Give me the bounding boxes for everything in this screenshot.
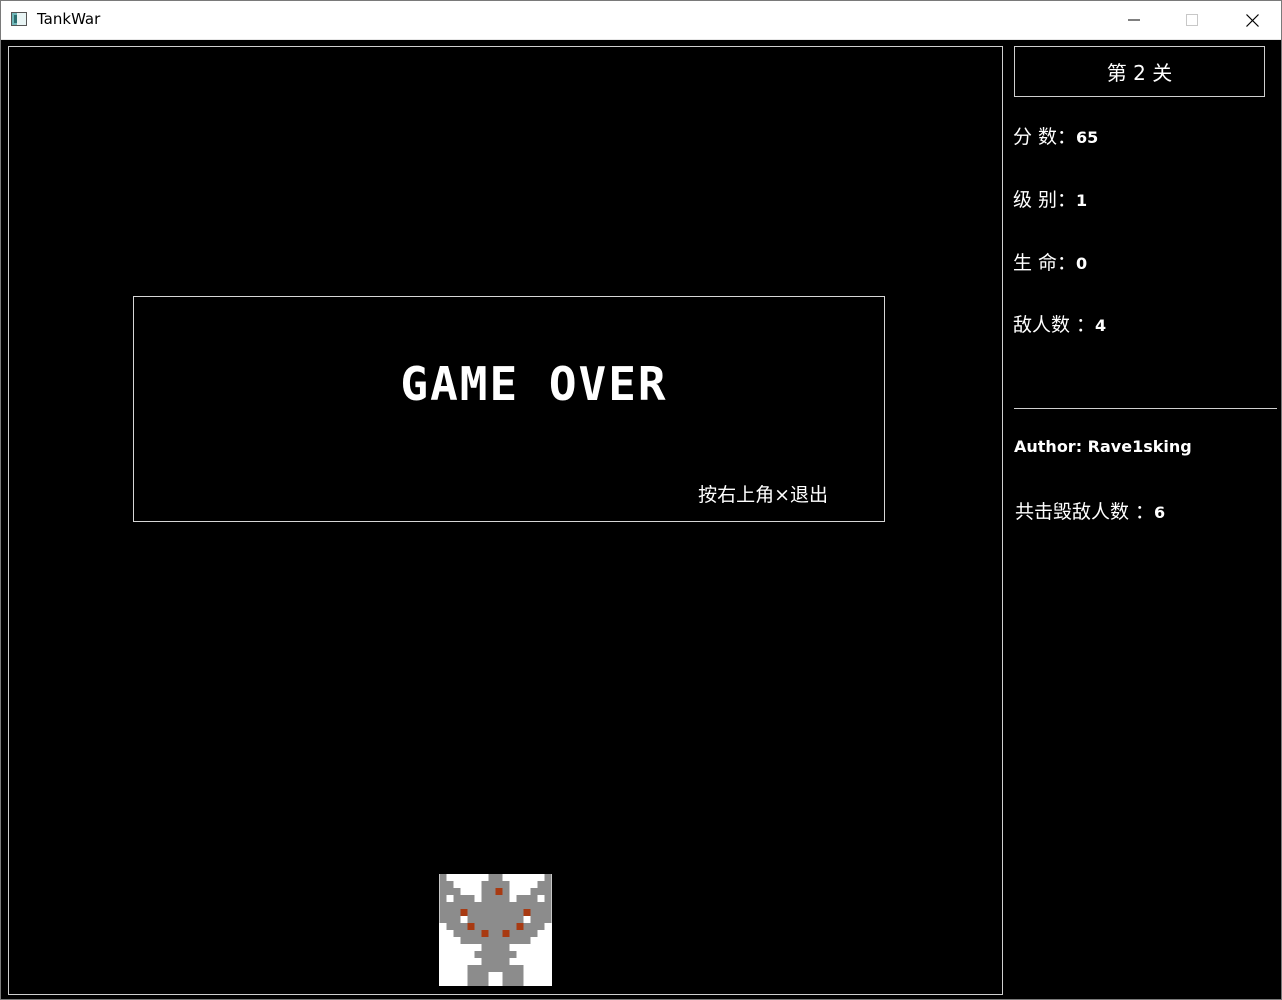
close-button[interactable]: [1223, 1, 1281, 39]
status-sidebar: 第 2 关 分 数：65 级 别：1 生 命：0 敌人数 ：4 Author: …: [1013, 40, 1281, 999]
close-icon: [1245, 13, 1259, 27]
maximize-icon: [1186, 14, 1198, 26]
lives-label: 生 命：: [1013, 252, 1077, 274]
game-over-title: GAME OVER: [400, 357, 668, 411]
window-title: TankWar: [37, 10, 101, 28]
rank-stat: 级 别：1: [1013, 185, 1087, 212]
destroyed-label: 共击毁敌人数 ：: [1015, 501, 1155, 523]
minimize-icon: [1128, 19, 1140, 21]
author-credit: Author: Rave1sking: [1014, 437, 1192, 456]
enemies-value: 4: [1095, 316, 1107, 335]
rank-value: 1: [1076, 191, 1088, 210]
lives-stat: 生 命：0: [1013, 248, 1087, 275]
level-indicator: 第 2 关: [1014, 46, 1265, 97]
title-bar[interactable]: TankWar: [1, 1, 1281, 40]
score-label: 分 数：: [1013, 126, 1077, 148]
sidebar-divider: [1014, 408, 1277, 409]
game-window: TankWar GAME OVER 按右上角×退出 第 2 关 分 数：65 级…: [0, 0, 1282, 1000]
game-client-area: GAME OVER 按右上角×退出 第 2 关 分 数：65 级 别：1 生 命…: [1, 40, 1281, 999]
enemies-remaining-stat: 敌人数 ：4: [1013, 310, 1106, 337]
enemies-destroyed-stat: 共击毁敌人数 ：6: [1015, 497, 1165, 524]
minimize-button[interactable]: [1105, 1, 1163, 39]
rank-label: 级 别：: [1013, 189, 1077, 211]
destroyed-value: 6: [1154, 503, 1166, 522]
enemies-label: 敌人数 ：: [1013, 314, 1096, 336]
eagle-base-icon: [439, 874, 552, 986]
score-value: 65: [1076, 128, 1099, 147]
tank-app-icon: [11, 12, 27, 26]
maximize-button[interactable]: [1163, 1, 1221, 39]
battlefield: GAME OVER 按右上角×退出: [8, 46, 1003, 995]
lives-value: 0: [1076, 254, 1088, 273]
game-over-panel: GAME OVER 按右上角×退出: [133, 296, 885, 522]
exit-hint: 按右上角×退出: [698, 484, 828, 506]
score-stat: 分 数：65: [1013, 122, 1098, 149]
